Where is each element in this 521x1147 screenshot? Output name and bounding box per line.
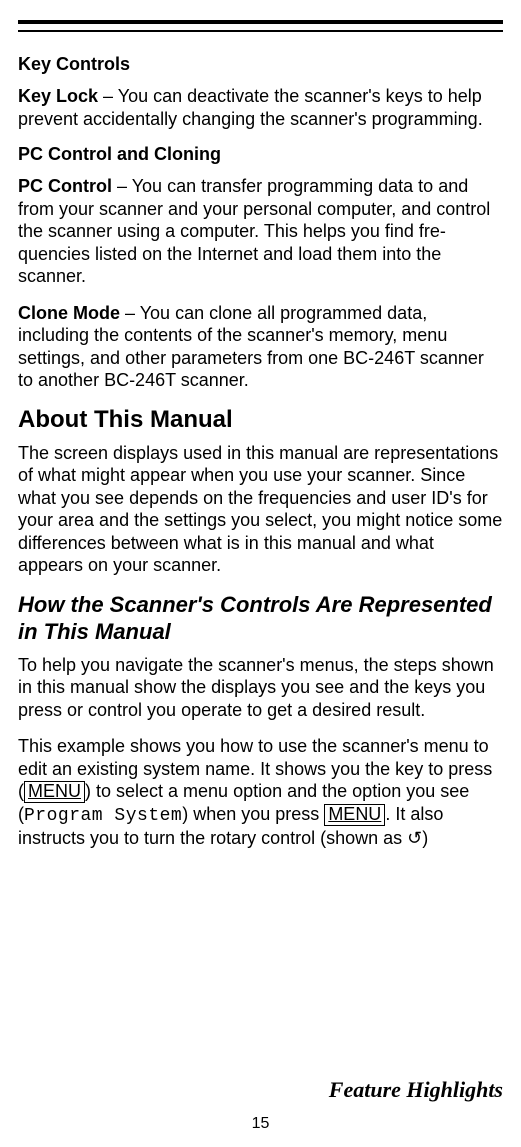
page-number: 15: [0, 1115, 521, 1133]
paragraph-controls-rep-2: This example shows you how to use the sc…: [18, 735, 503, 850]
key-menu-1: MENU: [24, 781, 85, 803]
label-clone-mode: Clone Mode: [18, 303, 120, 323]
paragraph-about: The screen displays used in this manual …: [18, 442, 503, 577]
text-p2c: ) when you press: [182, 804, 324, 824]
mono-program-system: Program System: [24, 806, 182, 826]
paragraph-key-lock: Key Lock – You can deactivate the scanne…: [18, 85, 503, 130]
heading-controls-represented: How the Scanner's Controls Are Represent…: [18, 591, 503, 646]
heading-about-this-manual: About This Manual: [18, 406, 503, 434]
rotary-icon: ↺: [407, 828, 422, 848]
paragraph-pc-control: PC Control – You can transfer programmin…: [18, 175, 503, 288]
top-rule-thin: [18, 30, 503, 32]
label-pc-control: PC Control: [18, 176, 112, 196]
label-key-lock: Key Lock: [18, 86, 98, 106]
paragraph-clone-mode: Clone Mode – You can clone all programme…: [18, 302, 503, 392]
heading-key-controls: Key Controls: [18, 54, 503, 75]
key-menu-2: MENU: [324, 804, 385, 826]
heading-pc-control-cloning: PC Control and Cloning: [18, 144, 503, 165]
paragraph-controls-rep-1: To help you navigate the scanner's menus…: [18, 654, 503, 722]
top-rule-thick: [18, 20, 503, 24]
text-p2e: ): [422, 828, 428, 848]
footer-section-title: Feature Highlights: [329, 1077, 503, 1103]
